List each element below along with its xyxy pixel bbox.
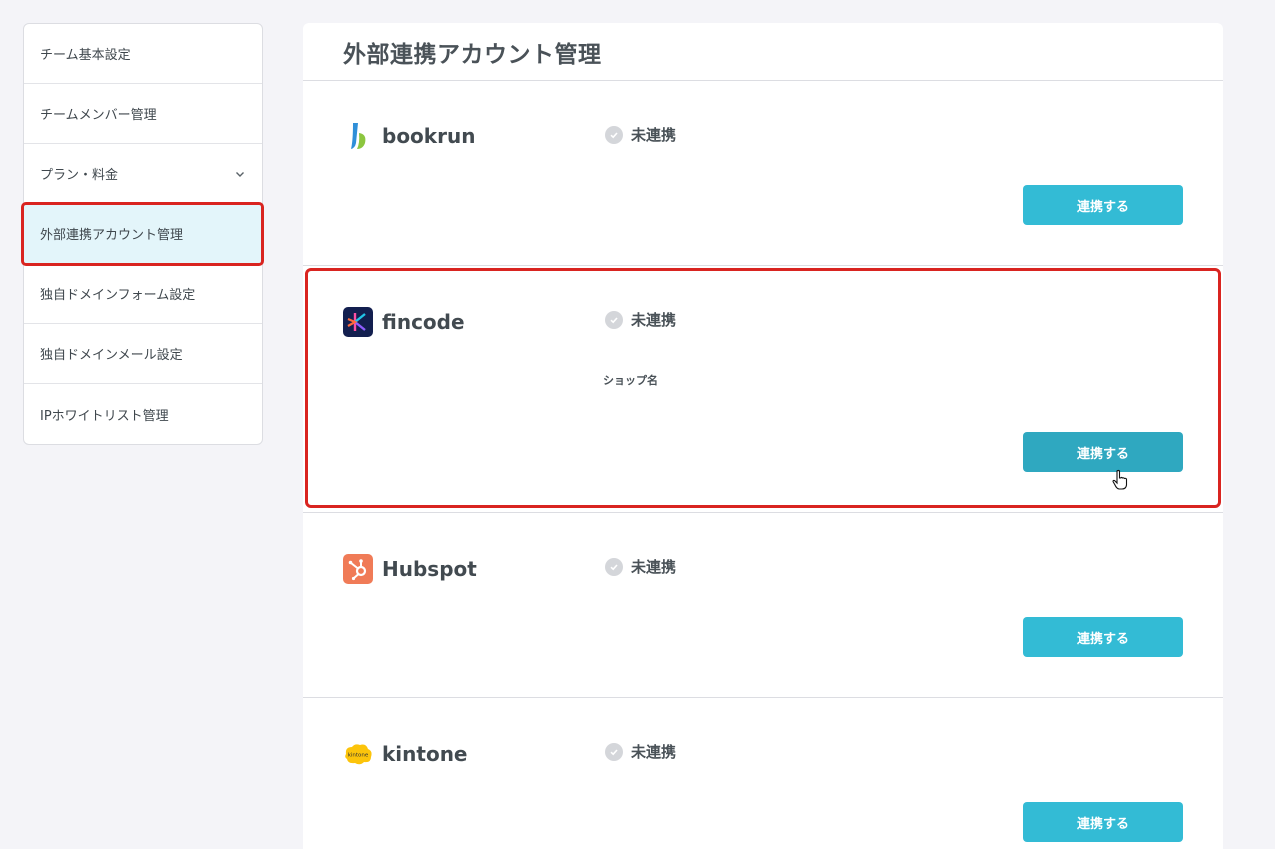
highlight-box (305, 268, 1221, 508)
status-text: 未連携 (631, 311, 677, 329)
service-name: kintone (382, 742, 468, 766)
connection-status: 未連携 (605, 556, 676, 577)
sidebar-item-ip-whitelist[interactable]: IPホワイトリスト管理 (24, 384, 262, 444)
service-card-fincode: fincode 未連携 ショップ名 連携する (303, 266, 1223, 513)
sidebar-item-label: プラン・料金 (40, 168, 119, 183)
sidebar-item-label: IPホワイトリスト管理 (40, 408, 169, 424)
check-circle-icon (605, 742, 623, 761)
sidebar-item-custom-domain-form[interactable]: 独自ドメインフォーム設定 (24, 264, 262, 324)
check-circle-icon (605, 125, 623, 144)
service-brand: bookrun (343, 121, 475, 151)
sidebar-item-plan-pricing[interactable]: プラン・料金 (24, 144, 262, 204)
kintone-logo-icon: kintone (343, 739, 373, 769)
service-name: bookrun (382, 124, 476, 148)
page-header: 外部連携アカウント管理 (303, 23, 1223, 81)
sidebar-item-label: チームメンバー管理 (40, 108, 157, 123)
connection-status: 未連携 (605, 309, 676, 330)
svg-text:kintone: kintone (348, 753, 369, 759)
shop-name-label: ショップ名 (603, 374, 658, 387)
service-brand: Hubspot (343, 554, 477, 584)
connection-status: 未連携 (605, 124, 676, 145)
sidebar-item-label: 外部連携アカウント管理 (40, 228, 184, 243)
status-text: 未連携 (631, 558, 677, 576)
fincode-logo-icon (343, 307, 373, 337)
connect-fincode-button[interactable]: 連携する (1023, 432, 1183, 472)
service-card-hubspot: Hubspot 未連携 連携する (303, 513, 1223, 698)
status-text: 未連携 (631, 743, 677, 761)
sidebar-item-team-basic[interactable]: チーム基本設定 (24, 24, 262, 84)
sidebar-item-external-accounts[interactable]: 外部連携アカウント管理 (21, 202, 264, 266)
page-title: 外部連携アカウント管理 (343, 41, 602, 68)
service-card-bookrun: bookrun 未連携 連携する (303, 81, 1223, 266)
sidebar-item-custom-domain-mail[interactable]: 独自ドメインメール設定 (24, 324, 262, 384)
hand-pointer-icon (1111, 469, 1129, 491)
check-circle-icon (605, 310, 623, 329)
sidebar-item-label: チーム基本設定 (40, 48, 131, 63)
main-panel: 外部連携アカウント管理 bookrun 未連携 連携する fincode 未連携… (303, 23, 1223, 849)
connect-hubspot-button[interactable]: 連携する (1023, 617, 1183, 657)
bookrun-logo-icon (343, 121, 373, 151)
sidebar-item-label: 独自ドメインフォーム設定 (40, 288, 196, 303)
status-text: 未連携 (631, 126, 677, 144)
service-name: fincode (382, 310, 465, 334)
service-brand: fincode (343, 307, 465, 337)
settings-sidebar: チーム基本設定 チームメンバー管理 プラン・料金 外部連携アカウント管理 独自ド… (21, 23, 264, 445)
service-card-kintone: kintone kintone 未連携 連携する (303, 698, 1223, 849)
connection-status: 未連携 (605, 741, 676, 762)
chevron-down-icon (234, 168, 246, 180)
service-name: Hubspot (382, 557, 477, 581)
hubspot-logo-icon (343, 554, 373, 584)
sidebar-item-label: 独自ドメインメール設定 (40, 348, 183, 363)
check-circle-icon (605, 557, 623, 576)
connect-bookrun-button[interactable]: 連携する (1023, 185, 1183, 225)
connect-kintone-button[interactable]: 連携する (1023, 802, 1183, 842)
sidebar-item-team-members[interactable]: チームメンバー管理 (24, 84, 262, 144)
service-brand: kintone kintone (343, 739, 468, 769)
